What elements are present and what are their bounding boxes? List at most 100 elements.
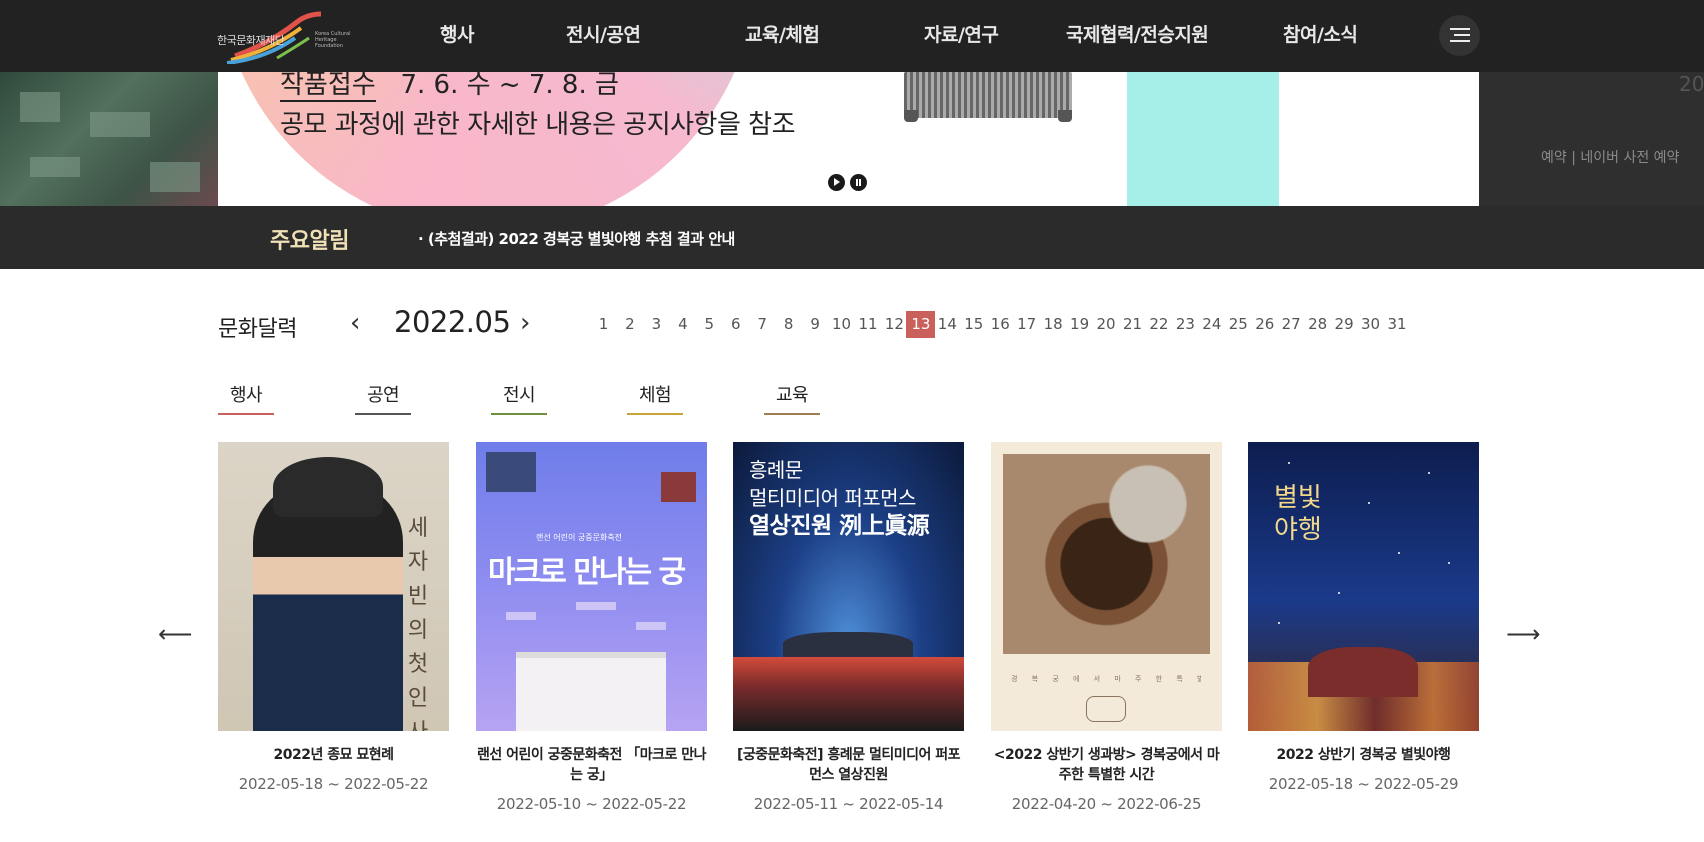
event-date: 2022-05-11 ~ 2022-05-14: [753, 795, 944, 813]
poster-subtitle: 랜선 어린이 궁중문화축전: [536, 533, 623, 542]
next-slide-booking: 예약 | 네이버 사전 예약: [1541, 150, 1680, 166]
calendar-day[interactable]: 18: [1039, 311, 1068, 338]
calendar-day[interactable]: 16: [986, 311, 1015, 338]
calendar-day[interactable]: 28: [1303, 311, 1332, 338]
hero-line2: 공모 과정에 관한 자세한 내용은 공지사항을 참조: [280, 110, 796, 140]
event-poster[interactable]: 흥례문 멀티미디어 퍼포먼스 열상진원 洌上眞源: [733, 442, 964, 731]
calendar-day[interactable]: 19: [1065, 311, 1094, 338]
arrow-left-icon[interactable]: ⟵: [158, 620, 192, 648]
hero-line1-date: 7. 6. 수 ~ 7. 8. 금: [400, 72, 619, 100]
poster-text: 마크로 만나는 궁: [488, 555, 686, 590]
nav-research[interactable]: 자료/연구: [924, 20, 999, 47]
calendar-day[interactable]: 26: [1250, 311, 1279, 338]
calendar-day[interactable]: 13: [906, 311, 936, 338]
nav-international[interactable]: 국제협력/전승지원: [1066, 20, 1209, 47]
hero-line1: 작품접수 7. 6. 수 ~ 7. 8. 금: [280, 72, 619, 102]
poster-text: 경 복 궁 에 서 마 주 한 특 별 한 시 간: [1011, 675, 1201, 683]
calendar-day[interactable]: 5: [695, 311, 724, 338]
notice-bar: 주요알림 · (추첨결과) 2022 경복궁 별빛야행 추첨 결과 안내: [0, 206, 1704, 269]
calendar-day[interactable]: 22: [1144, 311, 1173, 338]
event-title[interactable]: 2022년 종묘 묘현례: [218, 745, 449, 765]
calendar-day[interactable]: 27: [1277, 311, 1306, 338]
calendar-day[interactable]: 14: [933, 311, 962, 338]
poster-text: 세자빈의 첫 인사: [407, 516, 429, 731]
calendar-day[interactable]: 11: [854, 311, 883, 338]
calendar-day[interactable]: 20: [1092, 311, 1121, 338]
calendar-day[interactable]: 25: [1224, 311, 1253, 338]
event-poster[interactable]: 별빛 야행: [1248, 442, 1479, 731]
next-slide-peek: 20 예약 | 네이버 사전 예약: [1479, 72, 1704, 206]
event-title[interactable]: [궁중문화축전] 흥례문 멀티미디어 퍼포먼스 열상진원: [733, 745, 964, 785]
hero-banner: 작품접수 7. 6. 수 ~ 7. 8. 금 공모 과정에 관한 자세한 내용은…: [0, 72, 1704, 206]
event-poster[interactable]: 경 복 궁 에 서 마 주 한 특 별 한 시 간: [991, 442, 1222, 731]
notice-title: 주요알림: [270, 229, 349, 254]
calendar-day[interactable]: 10: [827, 311, 856, 338]
notice-link[interactable]: · (추첨결과) 2022 경복궁 별빛야행 추첨 결과 안내: [418, 228, 735, 249]
arrow-right-icon[interactable]: ⟶: [1506, 620, 1540, 648]
calendar-day[interactable]: 15: [959, 311, 988, 338]
nav-participation[interactable]: 참여/소식: [1283, 20, 1358, 47]
poster-text: 흥례문 멀티미디어 퍼포먼스 열상진원 洌上眞源: [749, 456, 930, 540]
calendar-day[interactable]: 17: [1012, 311, 1041, 338]
calendar-month: 2022.05: [394, 305, 511, 339]
event-title[interactable]: 2022 상반기 경복궁 별빛야행: [1248, 745, 1479, 765]
next-slide-fragment: 20: [1679, 72, 1704, 96]
tab-exhibition[interactable]: 전시: [491, 381, 547, 415]
calendar-day[interactable]: 21: [1118, 311, 1147, 338]
cyan-block: [1127, 72, 1279, 206]
calendar-day[interactable]: 31: [1383, 311, 1412, 338]
poster-line1: 흥례문: [749, 458, 803, 482]
event-poster[interactable]: 랜선 어린이 궁중문화축전 마크로 만나는 궁: [476, 442, 707, 731]
event-card[interactable]: 별빛 야행 2022 상반기 경복궁 별빛야행 2022-05-18 ~ 202…: [1248, 442, 1479, 793]
calendar-day[interactable]: 7: [748, 311, 777, 338]
poster-line2: 멀티미디어 퍼포먼스: [749, 486, 916, 510]
event-card[interactable]: 세자빈의 첫 인사 2022년 종묘 묘현례 2022-05-18 ~ 2022…: [218, 442, 449, 793]
calendar-day[interactable]: 4: [668, 311, 697, 338]
chevron-right-icon[interactable]: ›: [520, 308, 530, 338]
hamburger-icon[interactable]: [1439, 15, 1480, 56]
calendar-day[interactable]: 1: [589, 311, 618, 338]
event-date: 2022-05-18 ~ 2022-05-29: [1268, 775, 1459, 793]
event-card[interactable]: 경 복 궁 에 서 마 주 한 특 별 한 시 간 <2022 상반기 생과방>…: [991, 442, 1222, 813]
tab-events[interactable]: 행사: [218, 381, 274, 415]
seal-icon: [1086, 696, 1126, 722]
calendar-day[interactable]: 3: [642, 311, 671, 338]
calendar-day[interactable]: 30: [1356, 311, 1385, 338]
event-date: 2022-04-20 ~ 2022-06-25: [1011, 795, 1202, 813]
nav-exhibition[interactable]: 전시/공연: [566, 20, 641, 47]
event-card[interactable]: 랜선 어린이 궁중문화축전 마크로 만나는 궁 랜선 어린이 궁중문화축전 「마…: [476, 442, 707, 813]
tab-performance[interactable]: 공연: [355, 381, 411, 415]
event-title[interactable]: <2022 상반기 생과방> 경복궁에서 마주한 특별한 시간: [991, 745, 1222, 785]
calendar-day[interactable]: 24: [1197, 311, 1226, 338]
hero-slide[interactable]: 작품접수 7. 6. 수 ~ 7. 8. 금 공모 과정에 관한 자세한 내용은…: [218, 72, 1479, 206]
poster-text: 별빛 야행: [1274, 483, 1322, 545]
event-poster[interactable]: 세자빈의 첫 인사: [218, 442, 449, 731]
logo-korean: 한국문화재재단: [217, 34, 285, 47]
event-date: 2022-05-10 ~ 2022-05-22: [496, 795, 687, 813]
prev-slide-peek: [0, 72, 218, 206]
calendar-day[interactable]: 8: [774, 311, 803, 338]
site-header: 한국문화재재단 Korea Cultural Heritage Foundati…: [0, 0, 1704, 72]
calendar-day[interactable]: 23: [1171, 311, 1200, 338]
calendar-title: 문화달력: [218, 317, 297, 342]
event-title[interactable]: 랜선 어린이 궁중문화축전 「마크로 만나는 궁」: [476, 745, 707, 785]
calendar-day[interactable]: 9: [801, 311, 830, 338]
calendar-day[interactable]: 12: [880, 311, 909, 338]
event-card[interactable]: 흥례문 멀티미디어 퍼포먼스 열상진원 洌上眞源 [궁중문화축전] 흥례문 멀티…: [733, 442, 964, 813]
event-date: 2022-05-18 ~ 2022-05-22: [238, 775, 429, 793]
logo-english: Korea Cultural Heritage Foundation: [315, 31, 351, 49]
poster-line3: 열상진원 洌上眞源: [749, 513, 930, 539]
table-illustration: [904, 72, 1072, 122]
chevron-left-icon[interactable]: ‹: [350, 308, 360, 338]
hero-line1-label: 작품접수: [280, 72, 376, 102]
logo[interactable]: 한국문화재재단 Korea Cultural Heritage Foundati…: [217, 8, 362, 64]
calendar-day[interactable]: 6: [721, 311, 750, 338]
tab-education[interactable]: 교육: [764, 381, 820, 415]
tab-experience[interactable]: 체험: [627, 381, 683, 415]
calendar-day[interactable]: 2: [615, 311, 644, 338]
pause-icon[interactable]: [850, 174, 867, 191]
calendar-day[interactable]: 29: [1330, 311, 1359, 338]
play-icon[interactable]: [828, 174, 845, 191]
nav-education[interactable]: 교육/체험: [745, 20, 820, 47]
nav-events[interactable]: 행사: [440, 20, 474, 47]
